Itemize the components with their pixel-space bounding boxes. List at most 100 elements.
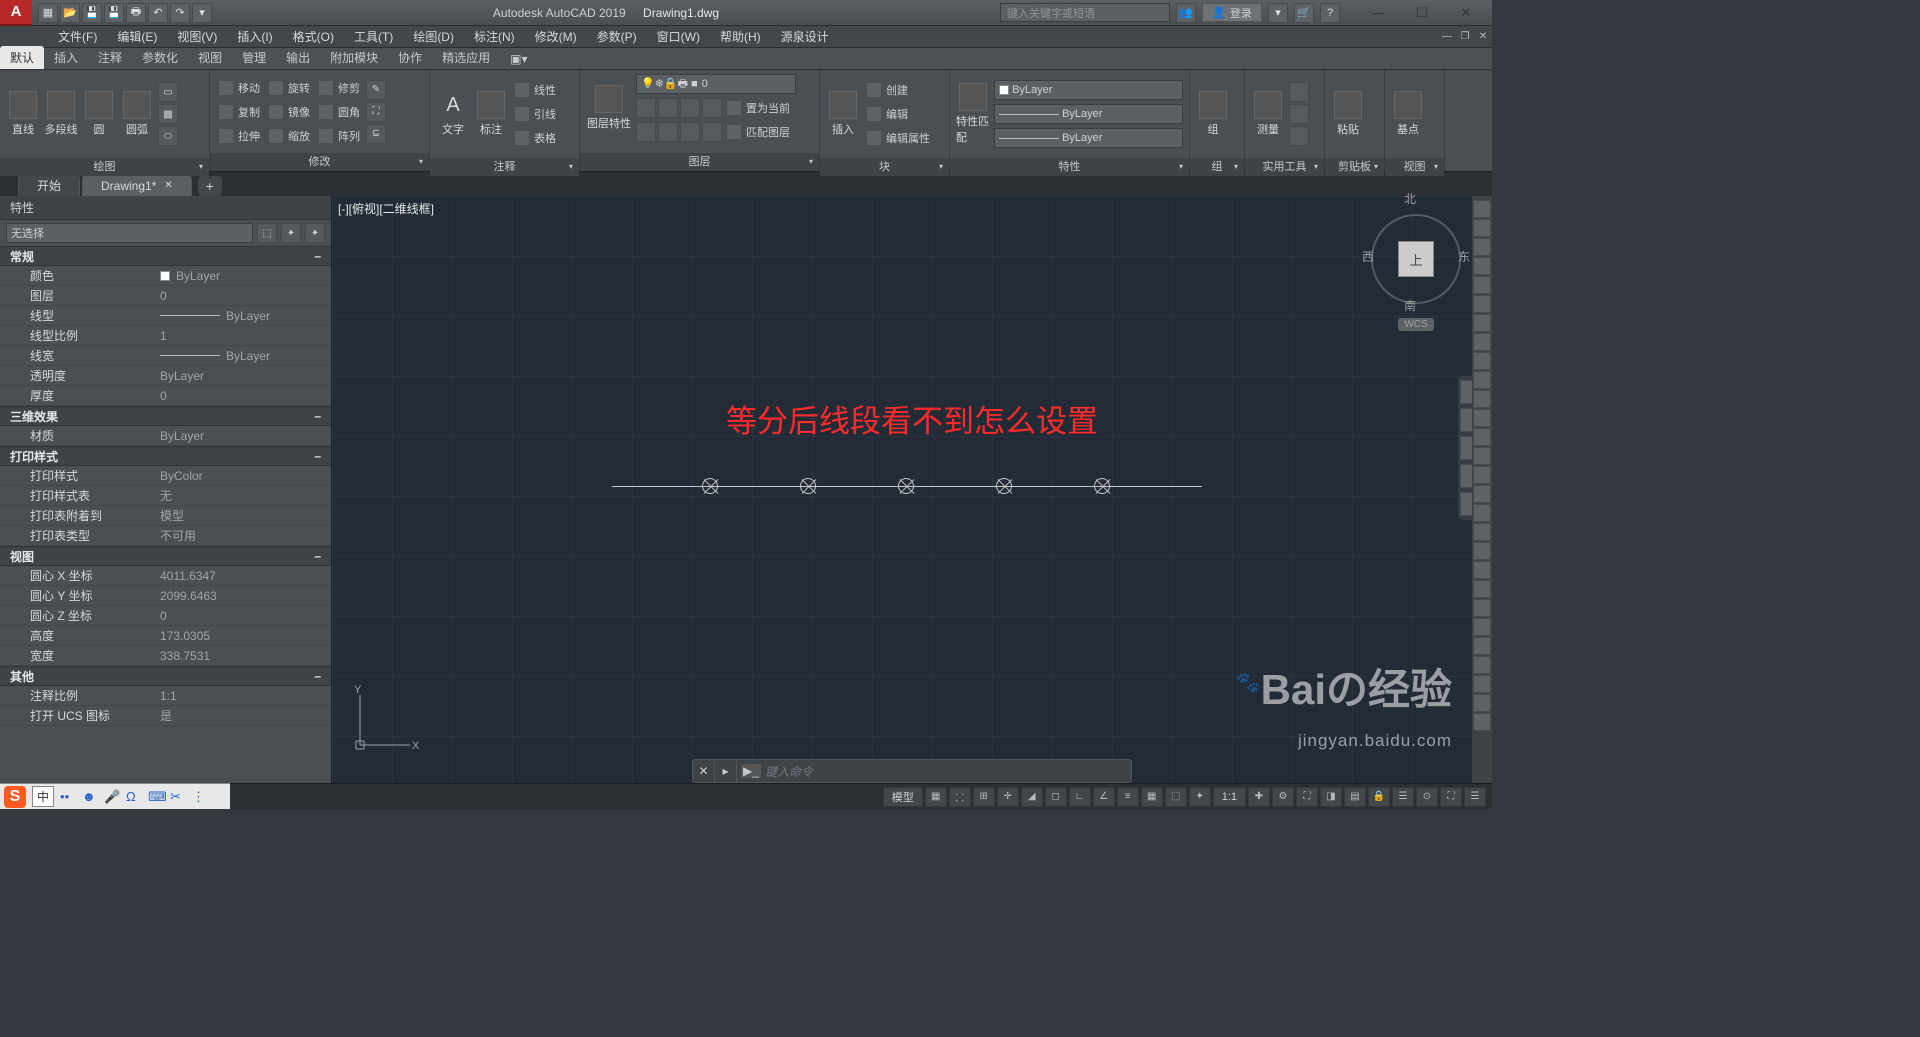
polyline-button[interactable]: 多段线 [44,74,78,154]
make-current-button[interactable]: 置为当前 [724,98,792,118]
selectobj-icon[interactable]: ✦ [281,223,301,243]
maximize-button[interactable]: ☐ [1400,0,1444,26]
copy-button[interactable]: 复制 [216,103,262,121]
prop-row[interactable]: 圆心 Z 坐标0 [0,606,331,626]
prop-value[interactable]: ByLayer [160,269,331,283]
lineweight-combo[interactable]: ByLayer [994,128,1183,148]
tab-manage[interactable]: 管理 [232,46,276,69]
layer-prev-icon[interactable] [636,122,656,142]
panel-draw-title[interactable]: 绘图 [0,158,209,176]
ime-cut-icon[interactable]: ✂ [170,789,186,805]
sb-grid-icon[interactable]: ▦ [925,787,947,807]
arc-button[interactable]: 圆弧 [120,74,154,154]
linear-dim-button[interactable]: 线性 [512,81,558,99]
prop-value[interactable]: ByLayer [160,369,331,383]
sb-gizmo-icon[interactable]: ✦ [1189,787,1211,807]
pickadd-icon[interactable]: ✦ [305,223,325,243]
palette-icon[interactable] [1473,599,1491,617]
group-button[interactable]: 组 [1196,74,1230,154]
tab-parametric[interactable]: 参数化 [132,46,188,69]
palette-icon[interactable] [1473,276,1491,294]
util-icon2[interactable] [1289,104,1309,124]
command-line[interactable]: ✕ ▸ ▶_ 键入命令 [692,759,1132,783]
wcs-badge[interactable]: WCS [1398,318,1433,331]
drawing-canvas[interactable]: [-][俯视][二维线框] 等分后线段看不到怎么设置 XY 北 上 南 东 西 … [332,196,1492,783]
sogou-icon[interactable]: S [4,786,26,808]
prop-row[interactable]: 圆心 Y 坐标2099.6463 [0,586,331,606]
prop-row[interactable]: 宽度338.7531 [0,646,331,666]
prop-row[interactable]: 颜色ByLayer [0,266,331,286]
palette-icon[interactable] [1473,466,1491,484]
palette-icon[interactable] [1473,523,1491,541]
help-icon[interactable]: ? [1320,3,1340,23]
sb-isolate-icon[interactable]: ☰ [1392,787,1414,807]
leader-button[interactable]: 引线 [512,105,558,123]
selection-combo[interactable]: 无选择 [6,223,253,243]
doc-restore-icon[interactable]: ❐ [1456,29,1474,45]
text-button[interactable]: A文字 [436,74,470,154]
doc-minimize-icon[interactable]: — [1438,29,1456,45]
prop-row[interactable]: 圆心 X 坐标4011.6347 [0,566,331,586]
palette-icon[interactable] [1473,580,1491,598]
qat-saveas-icon[interactable]: 💾 [104,3,124,23]
panel-util-title[interactable]: 实用工具 [1245,158,1324,176]
match-props-button[interactable]: 特性匹配 [956,74,990,154]
tab-featured[interactable]: 精选应用 [432,46,500,69]
sb-quickprops-icon[interactable]: ▤ [1344,787,1366,807]
palette-icon[interactable] [1473,542,1491,560]
palette-icon[interactable] [1473,656,1491,674]
fillet-button[interactable]: 圆角 [316,103,362,121]
prop-row[interactable]: 打印样式ByColor [0,466,331,486]
panel-block-title[interactable]: 块 [820,158,949,176]
close-tab-icon[interactable]: ✕ [164,180,172,191]
tab-view[interactable]: 视图 [188,46,232,69]
cart-icon[interactable]: 🛒 [1294,3,1314,23]
color-combo[interactable]: ByLayer [994,80,1183,100]
palette-icon[interactable] [1473,314,1491,332]
prop-value[interactable]: ByLayer [160,349,331,363]
palette-icon[interactable] [1473,238,1491,256]
prop-row[interactable]: 线型 ByLayer [0,306,331,326]
sb-ortho-icon[interactable]: ⊞ [973,787,995,807]
menu-edit[interactable]: 编辑(E) [107,28,167,45]
sb-lock-icon[interactable]: 🔒 [1368,787,1390,807]
panel-layer-title[interactable]: 图层 [580,153,819,171]
erase-icon[interactable]: ✎ [366,80,386,100]
circle-button[interactable]: 圆 [82,74,116,154]
sb-isodraft-icon[interactable]: ◢ [1021,787,1043,807]
menu-parametric[interactable]: 参数(P) [587,28,647,45]
menu-tools[interactable]: 工具(T) [344,28,403,45]
sb-workspace-icon[interactable]: ⚙ [1272,787,1294,807]
prop-value[interactable]: 338.7531 [160,649,331,663]
prop-row[interactable]: 材质ByLayer [0,426,331,446]
util-icon1[interactable] [1289,82,1309,102]
palette-icon[interactable] [1473,504,1491,522]
layer-unlock-icon[interactable] [702,122,722,142]
palette-icon[interactable] [1473,390,1491,408]
match-layer-button[interactable]: 匹配图层 [724,122,792,142]
sb-units-icon[interactable]: ◨ [1320,787,1342,807]
palette-icon[interactable] [1473,485,1491,503]
ime-voice-icon[interactable]: 🎤 [104,789,120,805]
layer-on-icon[interactable] [658,122,678,142]
prop-value[interactable]: 0 [160,289,331,303]
palette-icon[interactable] [1473,409,1491,427]
prop-value[interactable]: 0 [160,609,331,623]
prop-value[interactable]: ByLayer [160,309,331,323]
panel-props-title[interactable]: 特性 [950,158,1189,176]
prop-row[interactable]: 打印表附着到模型 [0,506,331,526]
tab-collaborate[interactable]: 协作 [388,46,432,69]
layer-freeze-icon[interactable] [680,98,700,118]
sb-hardware-icon[interactable]: ⊙ [1416,787,1438,807]
tab-addins[interactable]: 附加模块 [320,46,388,69]
layer-props-button[interactable]: 图层特性 [586,85,632,131]
menu-yuanquan[interactable]: 源泉设计 [771,28,839,45]
layer-off-icon[interactable] [658,98,678,118]
app-exchange-icon[interactable]: ▾ [1268,3,1288,23]
prop-value[interactable]: 1:1 [160,689,331,703]
prop-row[interactable]: 图层0 [0,286,331,306]
prop-value[interactable]: 无 [160,487,331,504]
tab-default[interactable]: 默认 [0,46,44,69]
prop-row[interactable]: 高度173.0305 [0,626,331,646]
edit-attr-button[interactable]: 编辑属性 [864,129,932,147]
